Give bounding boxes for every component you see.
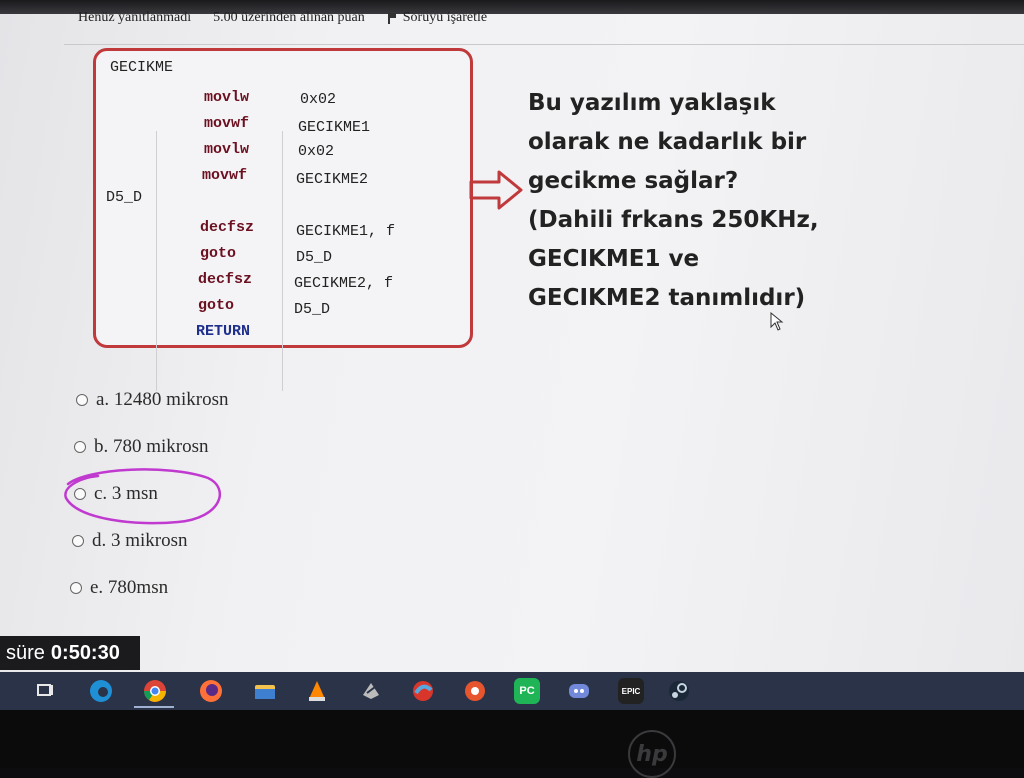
active-app-indicator <box>134 706 174 708</box>
question-line: olarak ne kadarlık bir <box>528 129 807 155</box>
radio-button[interactable] <box>76 394 88 406</box>
radio-button[interactable] <box>74 441 86 453</box>
code-op: movwf <box>204 115 250 132</box>
edge-icon[interactable] <box>88 678 114 704</box>
code-image: GECIKME D5_D movlw 0x02 movwf GECIKME1 m… <box>93 48 473 391</box>
app-icon-2[interactable] <box>462 678 488 704</box>
question-line: (Dahili frkans 250KHz, <box>528 207 819 233</box>
epic-games-icon-text: EPIC <box>621 686 641 696</box>
code-op: decfsz <box>200 219 255 236</box>
option-e[interactable]: e. 780msn <box>70 577 168 599</box>
option-b[interactable]: b. 780 mikrosn <box>74 436 209 458</box>
code-op: goto <box>200 245 237 262</box>
app-icon[interactable] <box>358 678 384 704</box>
chrome-icon[interactable] <box>142 678 168 704</box>
code-label-gecikme: GECIKME <box>110 59 174 76</box>
divider <box>64 44 1024 45</box>
code-arg: GECIKME1, f <box>296 223 396 240</box>
vlc-icon[interactable] <box>304 678 330 704</box>
divider <box>282 131 283 391</box>
code-arg: D5_D <box>294 301 331 318</box>
firefox-icon[interactable] <box>198 678 224 704</box>
answer-status: Henüz yanıtlanmadı <box>78 10 192 25</box>
radio-button[interactable] <box>72 535 84 547</box>
arrow-right-icon <box>469 170 523 210</box>
discord-icon[interactable] <box>566 678 592 704</box>
code-arg: GECIKME2, f <box>294 275 394 292</box>
divider <box>156 131 157 391</box>
radio-button[interactable] <box>70 582 82 594</box>
hp-logo: hp <box>628 730 676 778</box>
code-arg: 0x02 <box>300 91 337 108</box>
timer-label: süre <box>6 641 45 664</box>
option-label: a. 12480 mikrosn <box>96 389 229 410</box>
epic-games-icon[interactable]: EPIC <box>618 678 644 704</box>
timer-value: 0:50:30 <box>50 641 120 664</box>
code-arg: GECIKME1 <box>298 119 371 136</box>
pycharm-icon[interactable]: PC <box>514 678 540 704</box>
file-explorer-icon[interactable] <box>252 678 278 704</box>
flag-icon <box>387 12 397 24</box>
code-op: movlw <box>204 89 250 106</box>
flag-question-link[interactable]: Soruyu işaretle <box>387 10 487 26</box>
code-op: goto <box>198 297 235 314</box>
code-arg: D5_D <box>296 249 333 266</box>
question-info-bar: Henüz yanıtlanmadı 5.00 üzerinden alınan… <box>78 10 487 26</box>
option-d[interactable]: d. 3 mikrosn <box>72 530 188 552</box>
quiz-screen: Henüz yanıtlanmadı 5.00 üzerinden alınan… <box>0 0 1024 672</box>
hp-logo-text: hp <box>636 741 668 767</box>
task-view-icon[interactable] <box>32 678 58 704</box>
code-return: RETURN <box>196 323 251 340</box>
code-op: movlw <box>204 141 250 158</box>
code-op: decfsz <box>198 271 253 288</box>
timer: süre 0:50:30 <box>0 636 140 670</box>
ccleaner-icon[interactable] <box>410 678 436 704</box>
option-label: b. 780 mikrosn <box>94 436 209 457</box>
code-op: movwf <box>202 167 248 184</box>
question-line: gecikme sağlar? <box>528 168 739 194</box>
taskbar: PC EPIC <box>0 672 1024 710</box>
code-arg: 0x02 <box>298 143 335 160</box>
flag-question-label: Soruyu işaretle <box>402 10 488 25</box>
option-label: e. 780msn <box>90 577 169 598</box>
code-arg: GECIKME2 <box>296 171 369 188</box>
pycharm-icon-text: PC <box>519 685 535 697</box>
question-line: GECIKME1 ve <box>528 246 700 272</box>
mouse-cursor-icon <box>770 312 784 331</box>
question-text: Bu yazılım yaklaşık olarak ne kadarlık b… <box>528 84 858 318</box>
code-label-d5d: D5_D <box>106 189 143 206</box>
monitor-bezel <box>0 710 1024 768</box>
points-text: 5.00 üzerinden alınan puan <box>213 10 365 25</box>
steam-icon[interactable] <box>666 678 692 704</box>
option-label: d. 3 mikrosn <box>92 530 188 551</box>
question-line: GECIKME2 tanımlıdır) <box>528 285 806 311</box>
question-line: Bu yazılım yaklaşık <box>528 90 776 116</box>
option-a[interactable]: a. 12480 mikrosn <box>76 389 228 411</box>
handwritten-circle-mark <box>64 468 221 525</box>
